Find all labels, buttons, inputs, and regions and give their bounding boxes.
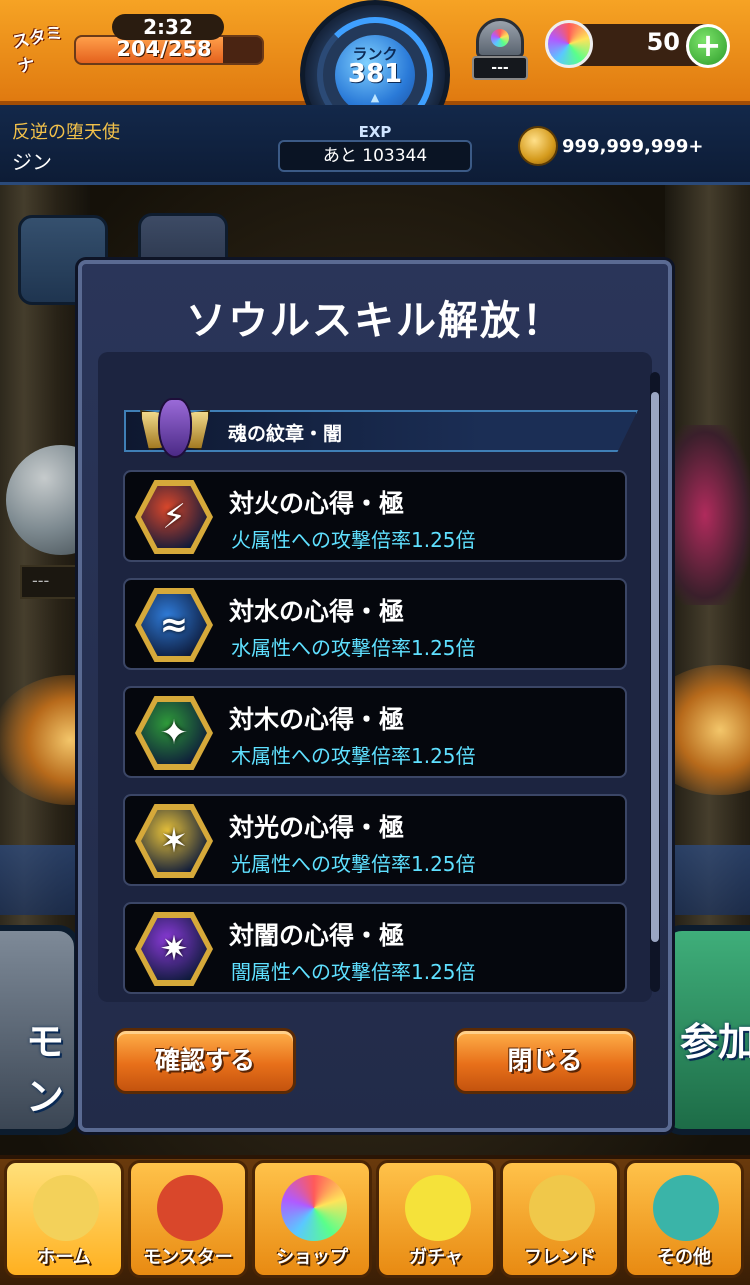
- add-orb-button[interactable]: +: [686, 24, 730, 68]
- misc-icon: [653, 1175, 719, 1241]
- skill-description: 火属性への攻撃倍率1.25倍: [231, 528, 476, 552]
- friends-icon: [529, 1175, 595, 1241]
- stamina-value: 204/258: [116, 37, 212, 61]
- skill-name: 対闇の心得・極: [229, 921, 405, 950]
- wood-element-icon: ✦: [135, 696, 213, 770]
- orb-count: 50: [646, 28, 680, 56]
- skill-row[interactable]: ⚡ 対火の心得・極火属性への攻撃倍率1.25倍: [123, 470, 627, 562]
- nav-label: その他: [657, 1247, 711, 1268]
- exp-label: EXP: [358, 123, 392, 141]
- dark-dragon-emblem-icon: [138, 394, 212, 464]
- nav-label: ショップ: [276, 1247, 348, 1268]
- modal-title: ソウルスキル解放！: [186, 298, 564, 344]
- skill-row[interactable]: ✦ 対木の心得・極木属性への攻撃倍率1.25倍: [123, 686, 627, 778]
- water-element-icon: ≈: [135, 588, 213, 662]
- nav-label: モンスター: [143, 1247, 233, 1268]
- nav-item[interactable]: その他: [624, 1160, 744, 1278]
- background-monster: [660, 425, 750, 605]
- skill-name: 対火の心得・極: [229, 489, 405, 518]
- rank-core: ランク 381 ▲: [335, 35, 415, 115]
- rainbow-orb-icon: [545, 20, 593, 68]
- close-button[interactable]: 閉じる: [454, 1028, 636, 1094]
- skill-description: 水属性への攻撃倍率1.25倍: [231, 636, 476, 660]
- monster-mode-card[interactable]: モン: [0, 925, 80, 1135]
- skill-name: 対光の心得・極: [229, 813, 405, 842]
- rank-up-arrow-icon: ▲: [370, 91, 380, 104]
- player-name: ジン: [12, 150, 52, 174]
- monster-icon: [157, 1175, 223, 1241]
- nav-label: ホーム: [37, 1247, 91, 1268]
- stone-tag: ---: [472, 56, 528, 80]
- light-element-icon: ✶: [135, 804, 213, 878]
- confirm-button[interactable]: 確認する: [114, 1028, 296, 1094]
- skill-description: 木属性への攻撃倍率1.25倍: [231, 744, 476, 768]
- coin-value: 999,999,999+: [562, 136, 704, 157]
- nav-item[interactable]: モンスター: [128, 1160, 248, 1278]
- rank-value: 381: [347, 59, 403, 89]
- pedestal-label: ---: [32, 571, 50, 590]
- skill-name: 対水の心得・極: [229, 597, 405, 626]
- player-title: 反逆の堕天使: [12, 122, 120, 143]
- skill-row[interactable]: ≈ 対水の心得・極水属性への攻撃倍率1.25倍: [123, 578, 627, 670]
- nav-item[interactable]: ショップ: [252, 1160, 372, 1278]
- nav-item[interactable]: ガチャ: [376, 1160, 496, 1278]
- exp-remaining: あと 103344: [278, 140, 472, 172]
- skill-description: 光属性への攻撃倍率1.25倍: [231, 852, 476, 876]
- category-label: 魂の紋章・闇: [228, 423, 343, 445]
- nav-label: フレンド: [524, 1247, 596, 1268]
- egg-icon: [405, 1175, 471, 1241]
- join-mode-label: 参加: [680, 1020, 750, 1064]
- stone-dome-icon: [476, 18, 524, 58]
- skill-row[interactable]: ✷ 対闇の心得・極闇属性への攻撃倍率1.25倍: [123, 902, 627, 994]
- scrollbar-thumb[interactable]: [651, 392, 659, 942]
- skill-description: 闇属性への攻撃倍率1.25倍: [231, 960, 476, 984]
- fire-element-icon: ⚡: [135, 480, 213, 554]
- skill-name: 対木の心得・極: [229, 705, 405, 734]
- rainbow-orb-icon: [281, 1175, 347, 1241]
- nav-item[interactable]: フレンド: [500, 1160, 620, 1278]
- dark-element-icon: ✷: [135, 912, 213, 986]
- skill-row[interactable]: ✶ 対光の心得・極光属性への攻撃倍率1.25倍: [123, 794, 627, 886]
- home-gate-icon: [33, 1175, 99, 1241]
- coin-icon: [518, 126, 558, 166]
- monster-mode-label: モン: [26, 1020, 65, 1119]
- nav-label: ガチャ: [409, 1247, 463, 1268]
- nav-item[interactable]: ホーム: [4, 1160, 124, 1278]
- join-mode-card[interactable]: 参加: [660, 925, 750, 1135]
- gacha-stone-box[interactable]: ---: [470, 12, 530, 82]
